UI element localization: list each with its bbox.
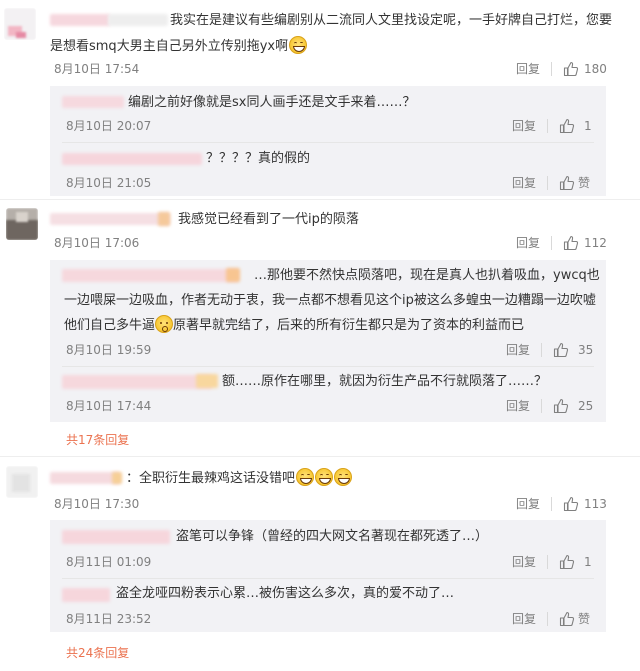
reply-button[interactable]: 回复	[506, 342, 530, 358]
reply-time: 8月11日 23:52	[66, 612, 152, 626]
comment-text: 我感觉已经看到了一代ip的陨落	[178, 212, 359, 227]
comment-time: 8月10日 17:30	[54, 497, 140, 511]
reply-text: 他们自己多牛逼 原著早就完结了，后来的所有衍生都只是为了资本的利益而已	[64, 313, 524, 338]
avatar[interactable]	[6, 466, 38, 498]
thumbs-up-icon[interactable]	[563, 496, 579, 512]
comment-text: ：全职衍生最辣鸡这话没错吧	[126, 466, 353, 491]
reply-button[interactable]: 回复	[506, 398, 530, 414]
username-blurred[interactable]	[50, 14, 110, 26]
avatar[interactable]	[4, 8, 36, 40]
like-count: 180	[584, 62, 607, 76]
reply-button[interactable]: 回复	[512, 175, 536, 191]
reply-text: 盗笔可以争锋（曾经的四大网文名著现在都死透了…）	[176, 529, 489, 544]
thumbs-up-icon[interactable]	[559, 118, 575, 134]
reply-button[interactable]: 回复	[516, 61, 540, 77]
reply-button[interactable]: 回复	[516, 235, 540, 251]
grin-emoji-icon	[334, 468, 353, 486]
comment-text: 是想看smq大男主自己另外立传别拖yx啊	[50, 34, 308, 59]
like-button-label[interactable]: 赞	[578, 611, 590, 627]
reply-text: …那他要不然快点陨落吧，现在是真人也扒着吸血，ywcq也	[254, 268, 600, 283]
username-blurred[interactable]	[62, 588, 110, 602]
grin-emoji-icon	[296, 468, 315, 486]
reply-time: 8月10日 17:44	[66, 399, 152, 413]
reply-time: 8月10日 19:59	[66, 343, 152, 357]
comment-text: 我实在是建议有些编剧别从二流同人文里找设定呢，一手好牌自己打烂，您要	[170, 13, 613, 28]
view-more-replies-link[interactable]: 共17条回复	[66, 432, 129, 448]
like-count: 113	[584, 497, 607, 511]
reply-button[interactable]: 回复	[512, 118, 536, 134]
view-more-replies-link[interactable]: 共24条回复	[66, 645, 129, 661]
like-count: 1	[584, 119, 592, 133]
thumbs-up-icon[interactable]	[563, 235, 579, 251]
like-count: 25	[578, 399, 594, 413]
reply-text: 额……原作在哪里，就因为衍生产品不行就陨落了……？	[222, 374, 548, 389]
thumbs-up-icon[interactable]	[559, 175, 575, 191]
like-count: 112	[584, 236, 607, 250]
thumbs-up-icon[interactable]	[553, 398, 569, 414]
username-blurred[interactable]	[62, 530, 170, 544]
reply-text: ？？？？真的假的	[206, 151, 311, 166]
thumbs-up-icon[interactable]	[563, 61, 579, 77]
thumbs-up-icon[interactable]	[559, 554, 575, 570]
reply-text: 编剧之前好像就是sx同人画手还是文手来着……？	[128, 95, 416, 110]
reply-text: 盗全龙哑四粉表示心累…被伤害这么多次，真的爱不动了…	[116, 586, 455, 601]
thumbs-up-icon[interactable]	[559, 611, 575, 627]
avatar[interactable]	[6, 208, 38, 240]
like-count: 35	[578, 343, 594, 357]
reply-button[interactable]: 回复	[512, 611, 536, 627]
reply-time: 8月10日 21:05	[66, 176, 152, 190]
reply-button[interactable]: 回复	[516, 496, 540, 512]
reply-time: 8月10日 20:07	[66, 119, 152, 133]
username-blurred[interactable]	[50, 213, 170, 225]
thumbs-up-icon[interactable]	[553, 342, 569, 358]
comment-time: 8月10日 17:06	[54, 236, 140, 250]
grin-emoji-icon	[289, 36, 308, 54]
reply-text: 一边喂屎一边吸血，作者无动于衷，我一点都不想看见这个ip被这么多蝗虫一边糟蹋一边…	[64, 293, 596, 308]
grin-emoji-icon	[315, 468, 334, 486]
surprised-emoji-icon	[155, 315, 174, 333]
username-blurred[interactable]	[62, 375, 212, 389]
username-blurred[interactable]	[50, 472, 120, 484]
comment-time: 8月10日 17:54	[54, 62, 140, 76]
username-blurred[interactable]	[62, 96, 124, 108]
username-blurred[interactable]	[62, 269, 238, 282]
reply-time: 8月11日 01:09	[66, 555, 152, 569]
like-count: 1	[584, 555, 592, 569]
reply-button[interactable]: 回复	[512, 554, 536, 570]
like-button-label[interactable]: 赞	[578, 175, 590, 191]
username-blurred[interactable]	[62, 153, 202, 165]
